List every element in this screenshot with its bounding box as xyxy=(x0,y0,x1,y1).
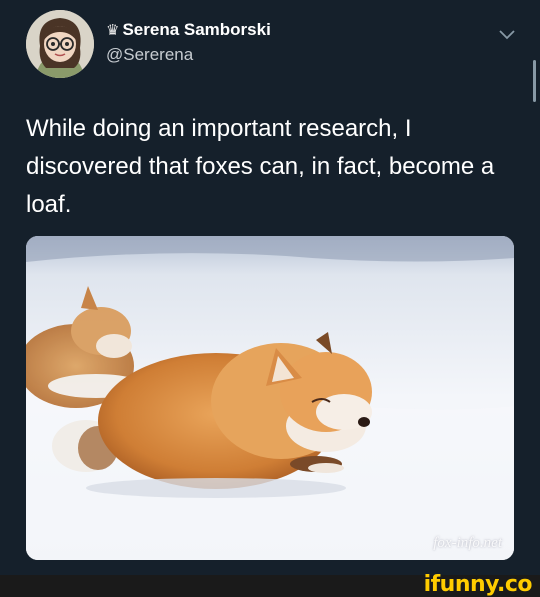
fox-photo xyxy=(26,236,514,560)
author-handle[interactable]: @Sererena xyxy=(106,45,193,65)
chevron-down-icon[interactable] xyxy=(496,26,518,42)
tweet-card: ♛ Serena Samborski @Sererena While doing… xyxy=(0,0,540,575)
author-display-name[interactable]: Serena Samborski xyxy=(122,20,270,40)
avatar[interactable] xyxy=(26,10,94,78)
tweet-text: While doing an important research, I dis… xyxy=(26,115,495,218)
avatar-illustration xyxy=(26,10,94,78)
author-name-row[interactable]: ♛ Serena Samborski xyxy=(106,20,271,40)
photo-watermark: fox-info.net xyxy=(433,535,502,551)
crown-icon: ♛ xyxy=(106,21,120,39)
tweet-media-photo[interactable]: fox-info.net xyxy=(26,236,514,560)
brand-logo: ifunny.co xyxy=(423,572,533,597)
scrollbar[interactable] xyxy=(533,60,536,102)
